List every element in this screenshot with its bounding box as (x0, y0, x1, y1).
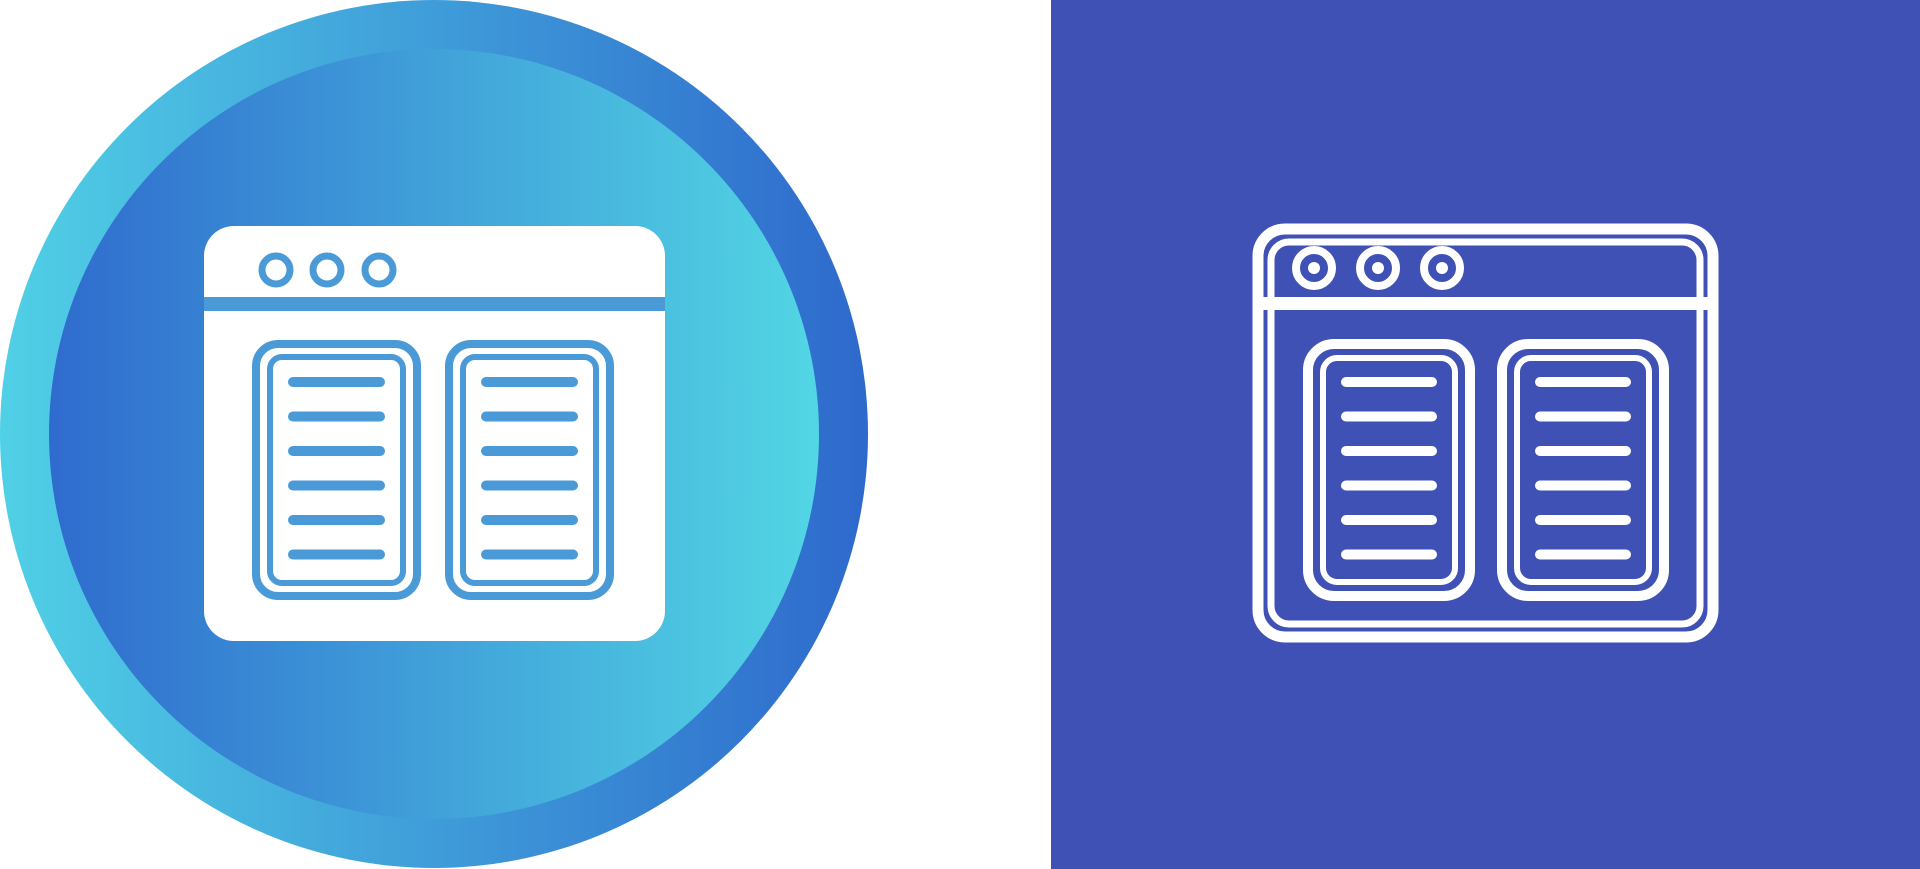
icon-sheet (0, 0, 1920, 869)
outline-square-icon-tile (1051, 0, 1920, 869)
gradient-circle-icon-tile (0, 0, 870, 869)
square-background (1051, 0, 1920, 869)
window-dot-center (1308, 262, 1320, 274)
window-dot-center (1372, 262, 1384, 274)
gradient-circle-svg (0, 0, 868, 868)
window-dot-center (1436, 262, 1448, 274)
browser-window-two-columns-icon (204, 226, 665, 641)
outline-square-svg (1051, 0, 1920, 869)
title-bar-divider (1262, 297, 1709, 310)
title-bar-divider (204, 297, 665, 311)
